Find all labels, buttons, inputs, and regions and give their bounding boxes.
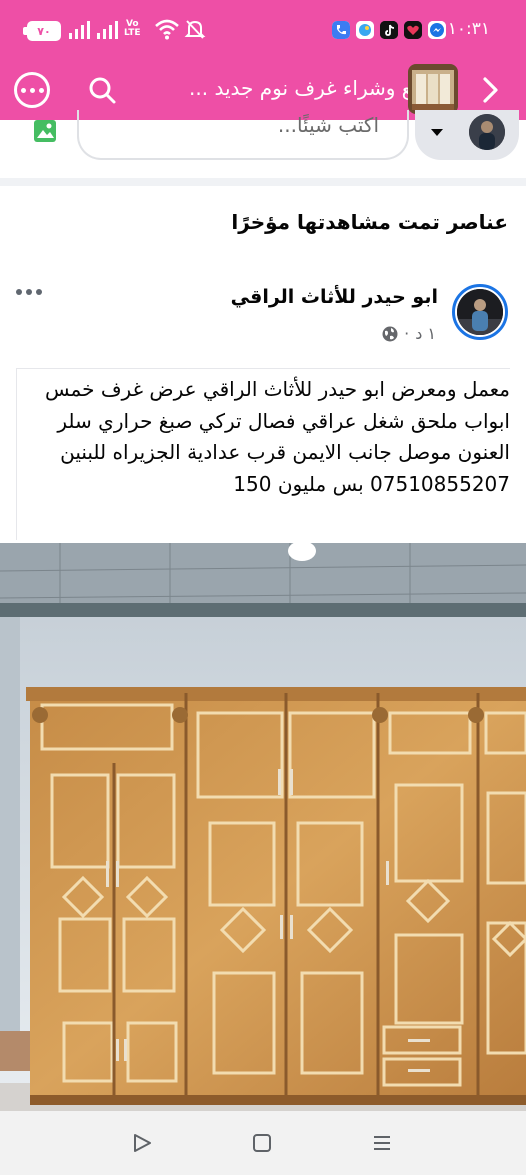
recents-menu-icon[interactable]: [370, 1131, 394, 1155]
group-thumbnail[interactable]: [408, 64, 458, 114]
network-type: Vo LTE: [124, 18, 141, 40]
signal-2-icon: [97, 21, 118, 39]
globe-icon: [382, 326, 398, 341]
gallery-app-icon: [356, 21, 374, 39]
clock: ١٠:٣١: [447, 19, 490, 39]
system-navigation-bar: [0, 1111, 526, 1175]
photo-icon[interactable]: [34, 120, 56, 142]
network-type-line2: LTE: [124, 28, 141, 38]
group-title[interactable]: بيع وشراء غرف نوم جديد ...: [189, 76, 424, 100]
heart-app-icon: [404, 21, 422, 39]
post-meta: ١ د ·: [382, 324, 436, 343]
wardrobe-photo: [0, 543, 526, 1111]
post-author-name[interactable]: ابو حيدر للأثاث الراقي: [231, 286, 438, 308]
post-photo[interactable]: [0, 543, 526, 1111]
section-divider: [0, 178, 526, 186]
status-bar: ٧٠ Vo LTE ١٠:٣١: [0, 0, 526, 60]
tiktok-icon: [380, 21, 398, 39]
caret-down-icon: [431, 129, 443, 136]
recently-viewed-heading: عناصر تمت مشاهدتها مؤخرًا: [231, 210, 508, 234]
post-composer: اكتب شيئًا...: [0, 110, 526, 176]
battery-icon: ٧٠: [23, 21, 61, 41]
wifi-icon: [155, 19, 179, 40]
meta-separator: ·: [404, 324, 410, 343]
back-triangle-icon[interactable]: [130, 1131, 154, 1155]
author-avatar[interactable]: [452, 284, 508, 340]
profile-switcher[interactable]: [415, 110, 519, 160]
messenger-icon: [428, 21, 446, 39]
write-something-input[interactable]: اكتب شيئًا...: [77, 110, 409, 160]
battery-level: ٧٠: [37, 24, 51, 38]
more-options-icon[interactable]: [14, 72, 50, 108]
home-square-icon[interactable]: [250, 1131, 274, 1155]
post-more-icon[interactable]: [16, 289, 42, 295]
post-time[interactable]: ١ د: [415, 324, 436, 343]
avatar: [469, 114, 505, 150]
post-body: معمل ومعرض ابو حيدر للأثاث الراقي عرض غر…: [45, 377, 510, 496]
chevron-right-icon[interactable]: [476, 74, 506, 106]
signal-icon: [69, 21, 90, 39]
phone-app-icon: [332, 21, 350, 39]
search-icon[interactable]: [86, 74, 118, 106]
mute-bell-icon: [184, 20, 206, 39]
